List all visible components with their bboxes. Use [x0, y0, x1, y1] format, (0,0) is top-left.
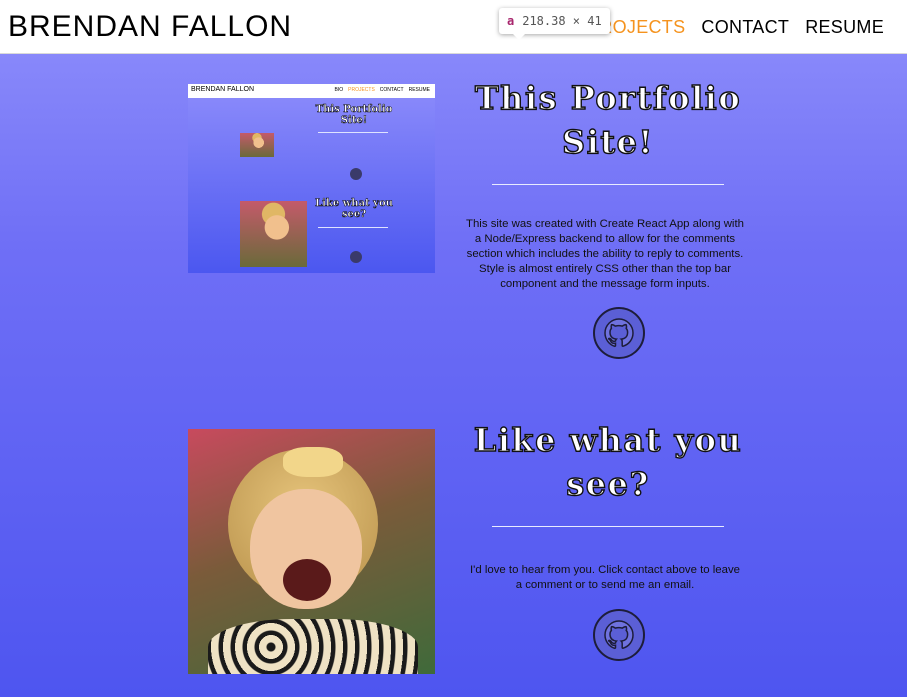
tooltip-tag: a [507, 14, 515, 28]
thumbnail-small-image [240, 133, 274, 157]
thumbnail-rule-2 [318, 227, 388, 228]
image-dress [208, 619, 418, 674]
github-icon-glyph [604, 318, 634, 348]
project-title: This Portfolio Site! [474, 78, 742, 161]
thumbnail-title-1: This Portfolio Site! [315, 104, 393, 127]
thumbnail-nav: BIO PROJECTS CONTACT RESUME [335, 87, 431, 93]
tooltip-dimensions: 218.38 × 41 [522, 14, 602, 28]
github-icon[interactable] [593, 307, 645, 359]
project-thumbnail[interactable]: BRENDAN FALLON BIO PROJECTS CONTACT RESU… [188, 84, 435, 273]
thumbnail-large-image [240, 201, 307, 267]
thumbnail-nav-contact: CONTACT [379, 87, 404, 93]
nav-contact[interactable]: CONTACT [701, 17, 789, 38]
thumbnail-title-2: Like what you see? [315, 198, 393, 221]
contact-divider [492, 526, 724, 527]
image-bow [283, 447, 343, 477]
contact-gif-image [188, 429, 435, 674]
project-divider [492, 184, 724, 185]
nav-resume[interactable]: RESUME [805, 17, 884, 38]
contact-description: I'd love to hear from you. Click contact… [470, 564, 740, 591]
top-bar: BRENDAN FALLON BIO PROJECTS CONTACT RESU… [0, 0, 907, 54]
github-icon-glyph [604, 620, 634, 650]
contact-title: Like what you see? [473, 420, 743, 503]
site-brand[interactable]: BRENDAN FALLON [8, 10, 292, 44]
thumbnail-nav-bio: BIO [334, 87, 344, 93]
thumbnail-brand: BRENDAN FALLON [191, 86, 255, 93]
thumbnail-rule-1 [318, 132, 388, 133]
project-description: This site was created with Create React … [466, 218, 744, 290]
image-mouth [283, 559, 331, 601]
thumbnail-top-bar: BRENDAN FALLON BIO PROJECTS CONTACT RESU… [188, 84, 435, 98]
thumbnail-github-icon [350, 168, 362, 180]
thumbnail-nav-resume: RESUME [408, 87, 430, 93]
thumbnail-nav-projects: PROJECTS [348, 87, 375, 93]
thumbnail-github-icon-2 [350, 251, 362, 263]
devtools-inspect-tooltip: a 218.38 × 41 [499, 8, 610, 40]
github-icon[interactable] [593, 609, 645, 661]
